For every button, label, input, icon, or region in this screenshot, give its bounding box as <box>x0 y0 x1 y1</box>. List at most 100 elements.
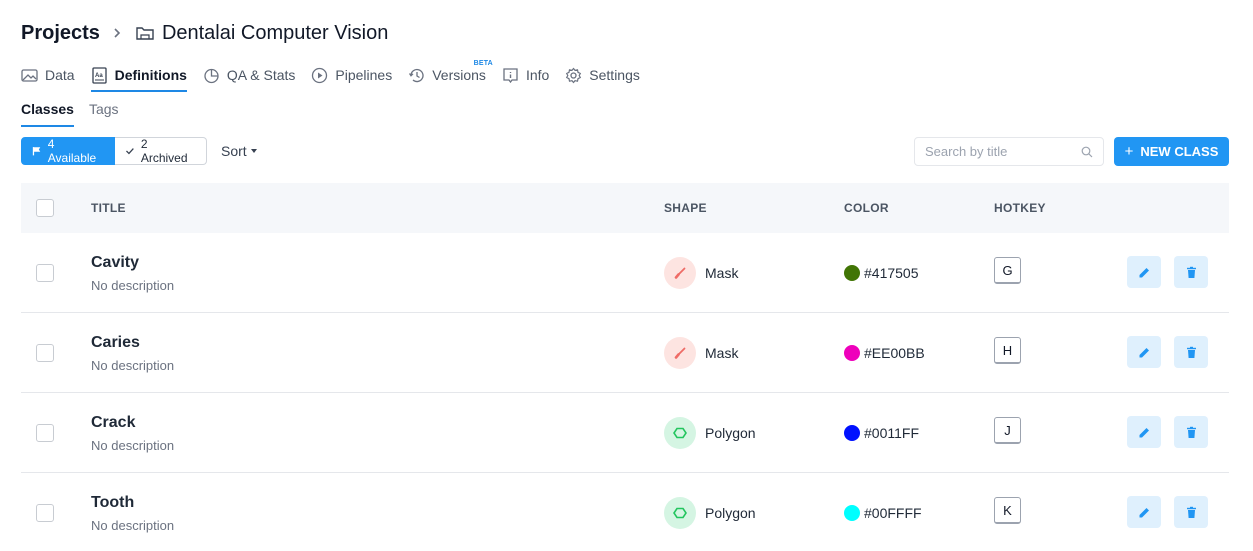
color-hex: #0011FF <box>864 425 919 441</box>
row-checkbox[interactable] <box>36 504 54 522</box>
class-shape: Polygon <box>664 417 756 449</box>
shape-label: Polygon <box>705 425 756 441</box>
hotkey-badge: G <box>994 257 1021 284</box>
color-hex: #417505 <box>864 265 919 281</box>
hotkey-badge: J <box>994 417 1021 444</box>
edit-button[interactable] <box>1127 416 1161 448</box>
delete-button[interactable] <box>1174 256 1208 288</box>
search-icon[interactable] <box>1081 146 1093 158</box>
class-title: Tooth <box>91 494 135 511</box>
select-all-checkbox[interactable] <box>36 199 54 217</box>
flag-icon <box>32 147 41 156</box>
breadcrumb: Projects Dentalai Computer Vision <box>21 20 388 46</box>
project-tabs: Data Aa Definitions QA & Stats Pipelines… <box>21 60 656 92</box>
status-filter: 4 Available 2 Archived <box>21 137 207 165</box>
search-box <box>914 137 1104 166</box>
tab-data[interactable]: Data <box>21 62 75 88</box>
tab-classes[interactable]: Classes <box>21 99 74 127</box>
caret-down-icon <box>250 149 257 153</box>
color-swatch <box>844 505 860 521</box>
color-swatch <box>844 345 860 361</box>
new-class-button[interactable]: + NEW CLASS <box>1114 137 1229 166</box>
tab-qa-stats[interactable]: QA & Stats <box>203 62 295 88</box>
shape-label: Mask <box>705 265 739 281</box>
chevron-right-icon <box>112 20 122 46</box>
class-description: No description <box>91 518 175 533</box>
available-filter-label: 4 Available <box>47 137 97 165</box>
class-title: Cavity <box>91 254 140 271</box>
search-input[interactable] <box>925 144 1073 159</box>
brush-icon <box>664 337 696 369</box>
color-swatch <box>844 425 860 441</box>
tab-label: Versions <box>432 67 486 83</box>
table-header: TITLE SHAPE COLOR HOTKEY <box>21 183 1229 233</box>
tab-label: Pipelines <box>335 67 393 83</box>
class-color: #417505 <box>844 265 919 281</box>
tab-label: QA & Stats <box>226 67 296 83</box>
check-icon <box>126 148 134 155</box>
page-title: Dentalai Computer Vision <box>161 21 389 44</box>
tab-settings[interactable]: Settings <box>565 62 640 88</box>
pencil-icon <box>1139 347 1149 357</box>
tab-definitions[interactable]: Aa Definitions <box>90 62 188 92</box>
gear-icon <box>566 67 582 83</box>
row-checkbox[interactable] <box>36 264 54 282</box>
svg-text:Aa: Aa <box>95 73 103 79</box>
plus-icon: + <box>1124 143 1134 160</box>
history-icon <box>409 68 424 82</box>
archived-filter-button[interactable]: 2 Archived <box>115 137 207 165</box>
definitions-icon: Aa <box>91 66 107 84</box>
tab-label: Info <box>525 67 550 83</box>
hotkey-badge: K <box>994 497 1021 524</box>
column-color: COLOR <box>844 201 889 215</box>
tab-versions[interactable]: Versions BETA <box>408 60 493 88</box>
column-title[interactable]: TITLE <box>91 201 126 215</box>
trash-icon <box>1186 346 1196 358</box>
row-checkbox[interactable] <box>36 344 54 362</box>
class-color: #00FFFF <box>844 505 922 521</box>
table-row[interactable]: Tooth No description Polygon #00FFFF K <box>21 473 1229 551</box>
delete-button[interactable] <box>1174 416 1208 448</box>
class-description: No description <box>91 358 175 373</box>
delete-button[interactable] <box>1174 336 1208 368</box>
delete-button[interactable] <box>1174 496 1208 528</box>
edit-button[interactable] <box>1127 336 1161 368</box>
available-filter-button[interactable]: 4 Available <box>21 137 115 165</box>
brush-icon <box>664 257 696 289</box>
column-hotkey: HOTKEY <box>994 201 1046 215</box>
edit-button[interactable] <box>1127 256 1161 288</box>
trash-icon <box>1186 266 1196 278</box>
class-color: #EE00BB <box>844 345 925 361</box>
class-color: #0011FF <box>844 425 919 441</box>
color-swatch <box>844 265 860 281</box>
tab-info[interactable]: Info <box>502 62 549 88</box>
class-title: Crack <box>91 414 136 431</box>
class-shape: Mask <box>664 337 738 369</box>
class-shape: Polygon <box>664 497 756 529</box>
table-row[interactable]: Cavity No description Mask #417505 G <box>21 233 1229 313</box>
shape-label: Mask <box>705 345 739 361</box>
tab-pipelines[interactable]: Pipelines <box>311 62 392 88</box>
image-icon <box>21 68 38 82</box>
pencil-icon <box>1139 507 1149 517</box>
table-row[interactable]: Caries No description Mask #EE00BB H <box>21 313 1229 393</box>
play-circle-icon <box>312 67 328 83</box>
pencil-icon <box>1139 427 1149 437</box>
breadcrumb-projects-link[interactable]: Projects <box>21 22 100 45</box>
tab-label: Settings <box>589 67 640 83</box>
tab-tags[interactable]: Tags <box>89 99 119 123</box>
classes-table: TITLE SHAPE COLOR HOTKEY Cavity No descr… <box>21 183 1229 551</box>
shape-label: Polygon <box>705 505 756 521</box>
class-shape: Mask <box>664 257 738 289</box>
table-row[interactable]: Crack No description Polygon #0011FF J <box>21 393 1229 473</box>
trash-icon <box>1186 426 1196 438</box>
class-description: No description <box>91 438 175 453</box>
archived-filter-label: 2 Archived <box>140 137 188 165</box>
info-icon <box>503 67 518 83</box>
row-checkbox[interactable] <box>36 424 54 442</box>
edit-button[interactable] <box>1127 496 1161 528</box>
sort-dropdown[interactable]: Sort <box>221 137 257 165</box>
class-description: No description <box>91 278 175 293</box>
new-class-label: NEW CLASS <box>1140 144 1219 159</box>
polygon-icon <box>664 497 696 529</box>
